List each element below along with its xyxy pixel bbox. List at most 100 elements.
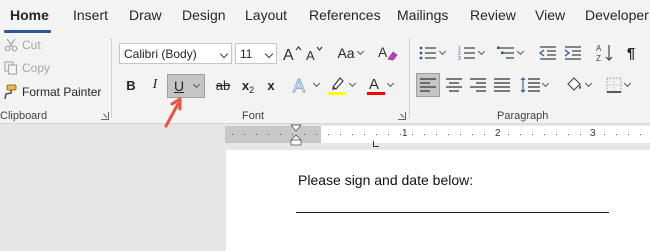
chevron-down-icon	[192, 80, 200, 89]
document-page[interactable]	[226, 150, 650, 251]
ruler-tick	[400, 134, 401, 135]
ruler-tick	[484, 134, 485, 135]
paintbrush-icon	[2, 84, 18, 100]
svg-text:A: A	[369, 76, 379, 93]
scissors-icon	[4, 38, 18, 52]
ruler-tick	[436, 134, 437, 135]
superscript-button[interactable]: x	[261, 74, 281, 96]
chevron-down-icon	[516, 47, 525, 56]
tab-draw[interactable]: Draw	[129, 7, 162, 23]
numbering-button[interactable]: 123	[454, 42, 488, 64]
underline-options-dropdown[interactable]	[190, 76, 202, 96]
borders-button[interactable]	[600, 73, 636, 97]
clipboard-dialog-launcher-icon[interactable]	[101, 112, 109, 120]
numbering-icon: 123	[458, 45, 476, 61]
tab-view[interactable]: View	[535, 7, 565, 23]
align-left-icon	[420, 78, 436, 92]
ruler-tick	[472, 134, 473, 135]
sort-button[interactable]: AZ	[594, 42, 616, 64]
tab-developer[interactable]: Developer	[585, 7, 649, 23]
increase-indent-button[interactable]	[562, 42, 584, 64]
ribbon-tab-bar: Home Insert Draw Design Layout Reference…	[0, 0, 650, 35]
align-left-button[interactable]	[416, 73, 440, 97]
subscript-button[interactable]: x2	[238, 74, 258, 96]
svg-text:A: A	[378, 44, 388, 60]
chevron-down-icon	[264, 49, 274, 59]
decrease-indent-button[interactable]	[537, 42, 559, 64]
chevron-down-icon	[541, 79, 550, 88]
ruler-tick	[616, 134, 617, 135]
copy-button[interactable]: Copy	[4, 61, 50, 75]
cut-button[interactable]: Cut	[4, 38, 41, 52]
paragraph-group-label: Paragraph	[497, 110, 549, 122]
font-size-dropdown[interactable]: 11	[235, 43, 277, 64]
italic-button[interactable]: I	[146, 75, 164, 95]
align-right-button[interactable]	[466, 73, 490, 97]
ruler-tick	[280, 134, 281, 135]
font-dialog-launcher-icon[interactable]	[398, 112, 406, 120]
ruler-tick	[640, 134, 641, 135]
increase-indent-icon	[564, 45, 582, 61]
svg-text:3: 3	[458, 56, 461, 61]
clear-formatting-button[interactable]: A	[377, 42, 399, 64]
paint-bucket-icon	[565, 76, 583, 94]
signature-line	[296, 212, 609, 213]
indent-marker-icon[interactable]	[290, 124, 302, 146]
font-size-value: 11	[240, 46, 253, 61]
text-effects-button[interactable]: A	[290, 73, 321, 97]
tab-home[interactable]: Home	[10, 7, 49, 23]
format-painter-label: Format Painter	[22, 85, 102, 99]
shading-button[interactable]	[560, 73, 596, 97]
ruler-tick	[532, 134, 533, 135]
copy-icon	[4, 61, 18, 75]
superscript-label: x	[267, 77, 275, 93]
svg-text:A: A	[596, 44, 602, 53]
tab-mailings[interactable]: Mailings	[397, 7, 448, 23]
ruler-tick	[604, 134, 605, 135]
tab-layout[interactable]: Layout	[245, 7, 287, 23]
bold-button[interactable]: B	[122, 75, 140, 95]
ruler-tick	[304, 134, 305, 135]
ruler-tick	[316, 134, 317, 135]
ruler-tick	[244, 134, 245, 135]
ruler-tick	[328, 134, 329, 135]
text-highlight-color-button[interactable]	[323, 73, 359, 97]
bullets-button[interactable]	[415, 42, 449, 64]
font-name-value: Calibri (Body)	[124, 46, 197, 61]
chevron-down-icon	[623, 79, 632, 88]
ruler-number: 2	[495, 128, 501, 139]
underline-label: U	[173, 78, 185, 94]
grow-font-icon: A	[282, 44, 302, 62]
justify-button[interactable]	[490, 73, 514, 97]
font-name-dropdown[interactable]: Calibri (Body)	[119, 43, 232, 64]
ruler-number: 3	[590, 128, 596, 139]
line-spacing-button[interactable]	[516, 73, 552, 97]
strikethrough-button[interactable]: ab	[212, 75, 234, 95]
chevron-down-icon	[312, 79, 321, 88]
align-center-icon	[446, 78, 462, 92]
chevron-down-icon	[348, 79, 357, 88]
ruler-tick	[556, 134, 557, 135]
svg-text:A: A	[306, 48, 315, 62]
ruler-tick	[568, 134, 569, 135]
chevron-down-icon	[386, 79, 395, 88]
format-painter-button[interactable]: Format Painter	[2, 84, 101, 100]
tab-review[interactable]: Review	[470, 7, 516, 23]
group-separator	[111, 38, 112, 118]
multilevel-list-button[interactable]	[493, 42, 527, 64]
font-color-button[interactable]: A	[362, 73, 398, 97]
grow-font-button[interactable]: A	[282, 42, 302, 64]
change-case-button[interactable]: Aa	[333, 42, 367, 64]
tab-insert[interactable]: Insert	[73, 7, 108, 23]
shrink-font-button[interactable]: A	[305, 42, 325, 64]
chevron-down-icon	[356, 47, 364, 56]
tab-design[interactable]: Design	[182, 7, 226, 23]
tab-references[interactable]: References	[309, 7, 381, 23]
ruler-tick	[460, 134, 461, 135]
align-center-button[interactable]	[442, 73, 466, 97]
ruler-tick	[520, 134, 521, 135]
show-hide-marks-button[interactable]: ¶	[622, 42, 640, 64]
line-spacing-icon	[520, 77, 540, 93]
tab-stop-icon	[373, 141, 379, 147]
document-text[interactable]: Please sign and date below:	[298, 172, 473, 188]
